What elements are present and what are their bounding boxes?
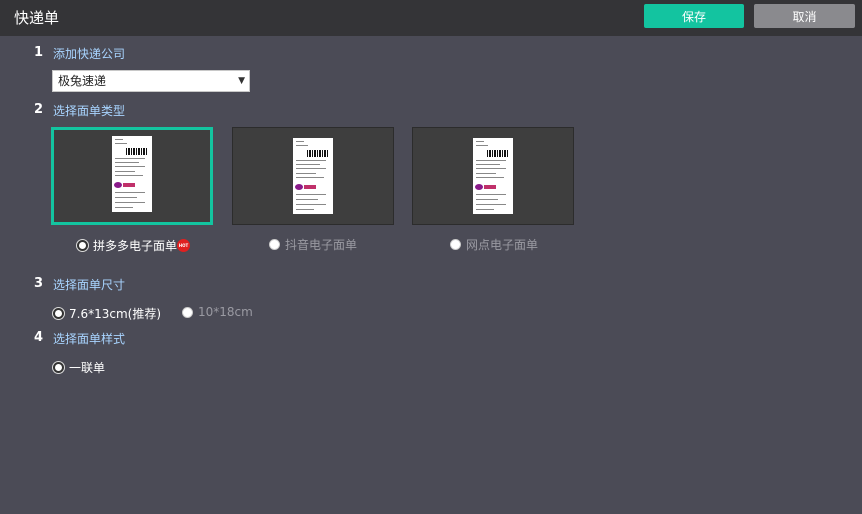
waybill-type-card-pdd[interactable] <box>51 127 213 225</box>
size-option-10x18[interactable]: 10*18cm <box>182 305 253 319</box>
hot-badge-icon: HOT <box>177 239 191 252</box>
step-number-2: 2 <box>34 102 44 117</box>
waybill-type-label: 拼多多电子面单 <box>93 239 178 253</box>
waybill-type-option-pdd[interactable]: 拼多多电子面单 HOT <box>77 237 191 254</box>
courier-company-select[interactable]: 极兔速递 ▼ <box>52 70 250 92</box>
save-button[interactable]: 保存 <box>644 4 744 28</box>
size-label: 10*18cm <box>198 305 253 319</box>
step-label-style: 选择面单样式 <box>53 332 126 346</box>
step-number-3: 3 <box>34 276 44 291</box>
waybill-preview-image <box>112 136 152 213</box>
size-label: 7.6*13cm(推荐) <box>69 307 162 321</box>
step-number-1: 1 <box>34 45 44 60</box>
courier-company-value: 极兔速递 <box>58 74 107 88</box>
waybill-type-option-outlet[interactable]: 网点电子面单 <box>450 236 538 253</box>
radio-unselected-icon[interactable] <box>450 239 461 250</box>
radio-unselected-icon[interactable] <box>269 239 280 250</box>
style-label: 一联单 <box>69 361 106 375</box>
waybill-preview-image <box>293 138 333 214</box>
waybill-type-label: 抖音电子面单 <box>285 238 358 252</box>
step-label-waybill-type: 选择面单类型 <box>53 104 126 118</box>
waybill-type-option-douyin[interactable]: 抖音电子面单 <box>269 236 357 253</box>
waybill-type-card-outlet[interactable] <box>412 127 574 225</box>
radio-selected-icon[interactable] <box>53 362 64 373</box>
step-number-4: 4 <box>34 330 44 345</box>
waybill-type-card-douyin[interactable] <box>232 127 394 225</box>
radio-unselected-icon[interactable] <box>182 306 193 318</box>
step-label-company: 添加快递公司 <box>53 47 126 61</box>
style-option-single[interactable]: 一联单 <box>53 359 105 376</box>
size-option-7-6x13[interactable]: 7.6*13cm(推荐) <box>53 305 161 322</box>
radio-selected-icon[interactable] <box>77 240 88 251</box>
waybill-type-label: 网点电子面单 <box>466 238 539 252</box>
page-title: 快递单 <box>14 9 60 27</box>
chevron-down-icon: ▼ <box>238 76 245 86</box>
cancel-button[interactable]: 取消 <box>754 4 855 28</box>
title-bar: 快递单 保存 取消 <box>0 0 862 36</box>
step-label-size: 选择面单尺寸 <box>53 278 126 292</box>
waybill-preview-image <box>473 138 513 214</box>
radio-selected-icon[interactable] <box>53 308 64 319</box>
